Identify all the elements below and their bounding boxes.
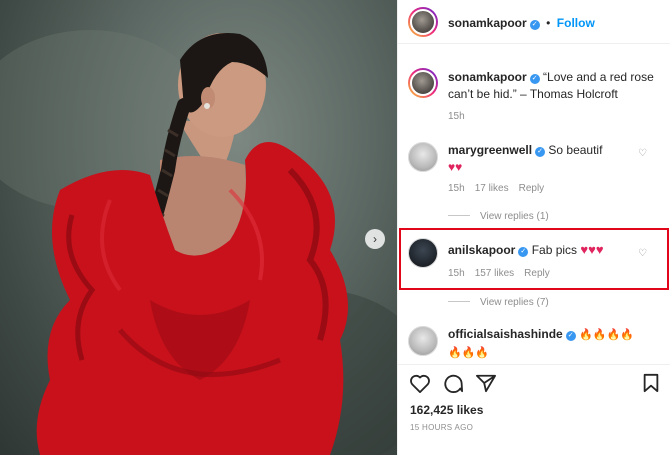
post-detail-panel: sonamkapoor ✓ • Follow sonamkapoor ✓ “Love… <box>397 0 670 455</box>
author-username[interactable]: sonamkapoor <box>448 16 527 30</box>
comment-likes[interactable]: 17 likes <box>475 183 509 194</box>
caption-time[interactable]: 15h <box>448 111 465 122</box>
chevron-right-icon: › <box>373 232 377 246</box>
caption-text: sonamkapoor ✓ “Love and a red rose can’t … <box>448 69 663 103</box>
bookmark-icon[interactable] <box>642 373 660 393</box>
comment-reply-button[interactable]: Reply <box>519 183 545 194</box>
comment-body: Fab pics <box>531 243 578 257</box>
comment-avatar[interactable] <box>408 238 438 268</box>
hearts-emoji: ♥♥ <box>448 160 463 174</box>
share-icon[interactable] <box>475 373 497 393</box>
comment-like-button[interactable]: ♡ <box>638 248 647 259</box>
verified-icon: ✓ <box>565 331 576 341</box>
comment-body: So beautif <box>548 143 603 157</box>
separator-dot: • <box>546 16 551 30</box>
comment-likes[interactable]: 157 likes <box>475 268 514 279</box>
comment-username[interactable]: marygreenwell <box>448 143 532 157</box>
post-timestamp[interactable]: 15 HOURS AGO <box>410 423 473 432</box>
verified-icon: ✓ <box>518 247 529 257</box>
caption-avatar[interactable] <box>408 68 438 98</box>
view-replies-label: View replies (1) <box>480 211 549 222</box>
comment-time[interactable]: 15h <box>448 183 465 194</box>
post-header: sonamkapoor ✓ • Follow <box>398 0 670 44</box>
next-image-button[interactable]: › <box>365 229 385 249</box>
highlight-box <box>399 228 669 290</box>
comment-avatar[interactable] <box>408 326 438 356</box>
comment-icon[interactable] <box>442 373 464 393</box>
post-actions: 162,425 likes 15 HOURS AGO <box>398 364 670 455</box>
verified-icon: ✓ <box>529 20 540 30</box>
caption-username[interactable]: sonamkapoor <box>448 70 527 84</box>
verified-icon: ✓ <box>535 147 546 157</box>
follow-button[interactable]: Follow <box>557 16 595 30</box>
comment-text: marygreenwell ✓ So beautif ♥♥ <box>448 142 643 176</box>
view-replies-button[interactable]: View replies (1) <box>448 211 549 222</box>
comment-username[interactable]: officialsaishashinde <box>448 327 563 341</box>
comment-reply-button[interactable]: Reply <box>524 268 550 279</box>
comment-meta: 15h 17 likes Reply <box>448 183 554 194</box>
fire-emoji: 🔥🔥🔥🔥 <box>579 329 634 341</box>
view-replies-button[interactable]: View replies (7) <box>448 297 549 308</box>
caption-line-1: “Love and a red rose <box>543 70 654 84</box>
caption-line-2: can’t be hid.” – Thomas Holcroft <box>448 87 618 101</box>
like-count[interactable]: 162,425 likes <box>410 403 483 417</box>
fire-emoji: 🔥🔥🔥 <box>448 347 490 359</box>
comment-like-button[interactable]: ♡ <box>638 148 647 159</box>
comment-text: anilskapoor ✓ Fab pics ♥♥♥ <box>448 241 648 259</box>
view-replies-label: View replies (7) <box>480 297 549 308</box>
comment-time[interactable]: 15h <box>448 268 465 279</box>
comment-username[interactable]: anilskapoor <box>448 243 515 257</box>
post-photo-illustration <box>0 30 397 455</box>
author-avatar[interactable] <box>408 7 438 37</box>
heart-icon[interactable] <box>409 373 431 393</box>
verified-icon: ✓ <box>529 74 540 84</box>
hearts-emoji: ♥♥♥ <box>580 242 604 257</box>
comment-text: officialsaishashinde ✓ 🔥🔥🔥🔥 🔥🔥🔥 <box>448 326 663 362</box>
comment-meta: 15h 157 likes Reply <box>448 268 560 279</box>
post-image[interactable]: › <box>0 0 397 455</box>
comment-avatar[interactable] <box>408 142 438 172</box>
